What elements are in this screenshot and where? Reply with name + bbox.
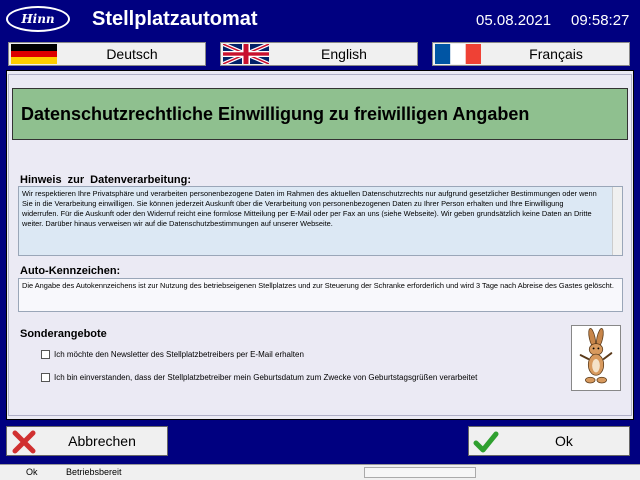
privacy-notice-scrollbar[interactable] bbox=[612, 187, 622, 255]
status-text: Betriebsbereit bbox=[66, 467, 122, 477]
license-plate-info-text: Die Angabe des Autokennzeichens ist zur … bbox=[22, 281, 614, 290]
newsletter-checkbox-label[interactable]: Ich möchte den Newsletter des Stellplatz… bbox=[54, 350, 304, 359]
language-label: Deutsch bbox=[106, 46, 158, 62]
privacy-notice-label: Hinweis zur Datenverarbeitung: bbox=[20, 174, 192, 186]
language-button-german[interactable]: Deutsch bbox=[8, 42, 206, 66]
birthday-greetings-checkbox[interactable] bbox=[41, 373, 50, 382]
consent-title: Datenschutzrechtliche Einwilligung zu fr… bbox=[21, 104, 530, 124]
cancel-button-label: Abbrechen bbox=[68, 433, 136, 449]
language-label: Français bbox=[529, 46, 583, 62]
privacy-notice-text: Wir respektieren Ihre Privatsphäre und v… bbox=[22, 189, 597, 228]
brand-logo: Hinn bbox=[6, 6, 70, 32]
checkmark-icon bbox=[473, 431, 499, 453]
ok-button-label: Ok bbox=[555, 433, 573, 449]
uk-flag-icon bbox=[223, 44, 269, 64]
close-icon bbox=[12, 430, 36, 454]
language-button-english[interactable]: English bbox=[220, 42, 418, 66]
special-offers-label: Sonderangebote bbox=[20, 328, 107, 340]
newsletter-checkbox[interactable] bbox=[41, 350, 50, 359]
rabbit-mascot-icon bbox=[571, 325, 621, 391]
status-ok: Ok bbox=[26, 467, 38, 477]
status-progress-bar bbox=[364, 467, 476, 478]
germany-flag-icon bbox=[11, 44, 57, 64]
current-date: 05.08.2021 bbox=[476, 12, 552, 29]
france-flag-icon bbox=[435, 44, 481, 64]
language-button-french[interactable]: Français bbox=[432, 42, 630, 66]
birthday-greetings-checkbox-label[interactable]: Ich bin einverstanden, dass der Stellpla… bbox=[54, 373, 477, 382]
current-time: 09:58:27 bbox=[571, 12, 630, 29]
license-plate-label: Auto-Kennzeichen: bbox=[20, 265, 121, 277]
app-title: Stellplatzautomat bbox=[92, 8, 258, 30]
ok-button[interactable]: Ok bbox=[468, 426, 630, 456]
language-label: English bbox=[321, 46, 367, 62]
cancel-button[interactable]: Abbrechen bbox=[6, 426, 168, 456]
